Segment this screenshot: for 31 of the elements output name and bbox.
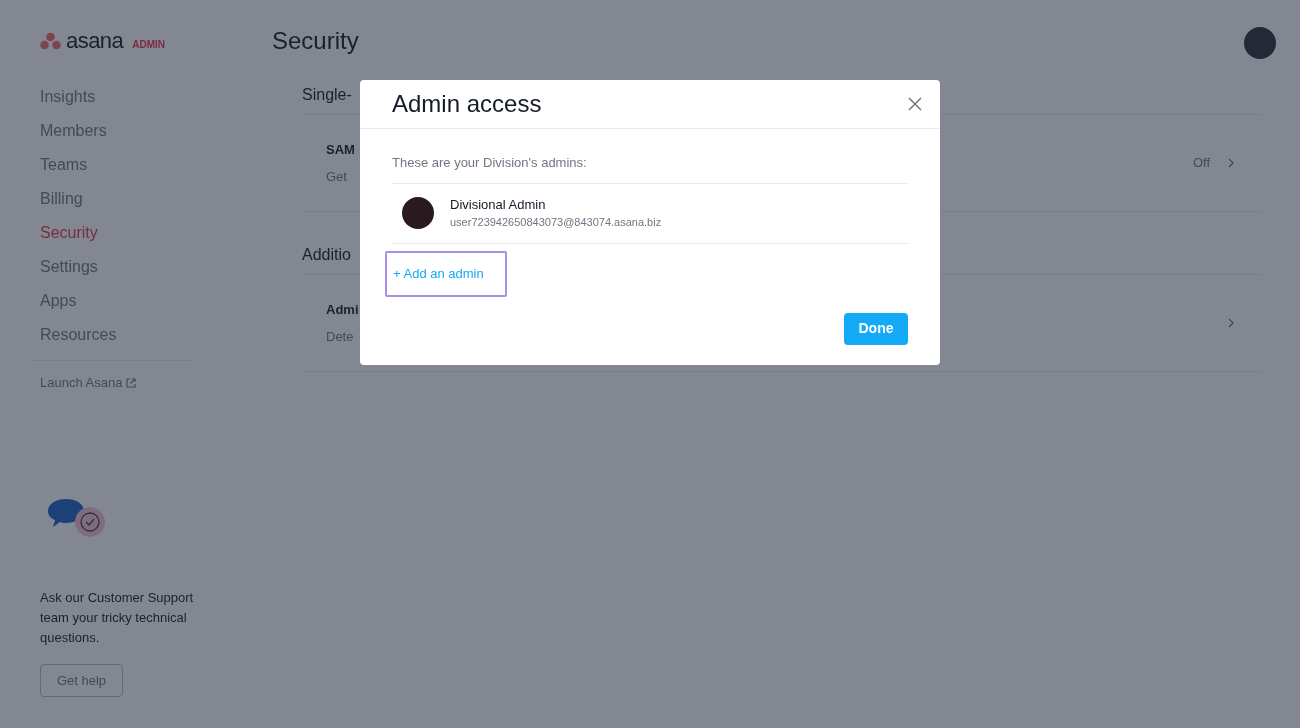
setting-description: Dete — [326, 328, 355, 346]
setting-title: Admi — [326, 300, 359, 319]
get-help-button[interactable]: Get help — [40, 664, 123, 697]
launch-asana-link[interactable]: Launch Asana — [40, 373, 137, 393]
dialog-intro: These are your Division's admins: — [392, 153, 908, 184]
chevron-right-icon — [1228, 318, 1234, 328]
logo-admin-label: ADMIN — [132, 37, 165, 52]
admin-avatar — [402, 197, 434, 229]
page-title: Security — [272, 27, 359, 55]
nav-item[interactable]: Billing — [40, 182, 83, 216]
close-icon[interactable] — [908, 97, 922, 111]
nav-item[interactable]: Apps — [40, 284, 77, 318]
nav-item[interactable]: Members — [40, 114, 107, 148]
setting-description: Get — [326, 168, 348, 186]
nav-item[interactable]: Resources — [40, 318, 117, 352]
nav-item[interactable]: Settings — [40, 250, 98, 284]
add-admin-link[interactable]: + Add an admin — [385, 250, 507, 297]
nav-item[interactable]: Insights — [40, 80, 96, 114]
nav-item[interactable]: Security — [40, 216, 98, 250]
external-link-icon — [126, 377, 137, 388]
chevron-right-icon — [1228, 158, 1234, 168]
logo-dots-icon — [40, 32, 61, 50]
support-text: Ask our Customer Support team your tricky technical questions. — [40, 589, 195, 647]
admin-name: Divisional Admin — [450, 196, 547, 214]
logo-wordmark: asana — [66, 30, 124, 52]
user-avatar[interactable] — [1244, 27, 1276, 59]
admin-email: user723942650843073@843074.asana.biz — [450, 215, 662, 230]
setting-title: SAM — [326, 140, 355, 159]
nav-item[interactable]: Teams — [40, 148, 88, 182]
done-button[interactable]: Done — [844, 312, 908, 345]
setting-value: Off — [1192, 154, 1210, 173]
